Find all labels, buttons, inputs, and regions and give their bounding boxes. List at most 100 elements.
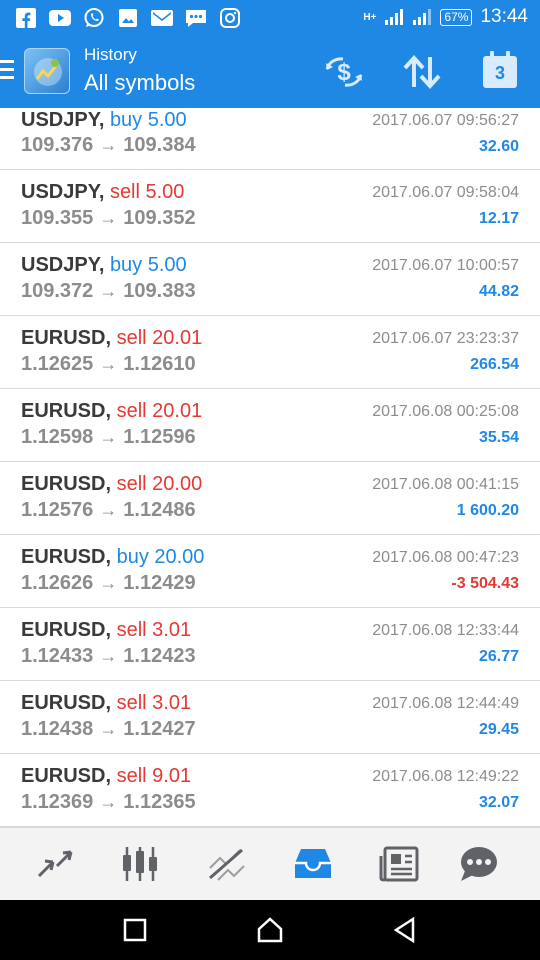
whatsapp-icon: [82, 6, 106, 30]
trade-symbol: EURUSD,: [21, 473, 112, 495]
trade-time: 2017.06.07 23:23:37: [372, 330, 519, 347]
close-price: 109.352: [123, 207, 196, 229]
trade-header: EURUSD, sell 20.01: [21, 326, 202, 350]
home-icon[interactable]: [254, 914, 286, 946]
close-price: 1.12610: [123, 353, 196, 375]
sort-icon[interactable]: [400, 50, 444, 94]
trade-row[interactable]: EURUSD, sell 20.01 1.12598 → 1.12596 2017.06…: [0, 389, 540, 462]
arrow-icon: →: [99, 792, 118, 812]
trade-time: 2017.06.08 00:47:23: [372, 549, 519, 566]
trade-prices: 109.376 → 109.384: [21, 133, 196, 157]
trade-header: USDJPY, buy 5.00: [21, 108, 187, 132]
trade-prices: 1.12433 → 1.12423: [21, 644, 196, 668]
currency-exchange-icon[interactable]: $: [322, 50, 366, 94]
close-price: 1.12596: [123, 426, 196, 448]
trade-row[interactable]: EURUSD, sell 3.01 1.12433 → 1.12423 2017.06.…: [0, 608, 540, 681]
calendar-icon[interactable]: 3: [478, 50, 522, 94]
trade-side-volume: sell 5.00: [109, 181, 185, 203]
close-price: 1.12486: [123, 499, 196, 521]
open-price: 109.372: [21, 280, 94, 302]
trade-row[interactable]: EURUSD, sell 3.01 1.12438 → 1.12427 2017.06.…: [0, 681, 540, 754]
app-logo[interactable]: [24, 48, 70, 94]
arrow-icon: →: [99, 208, 118, 228]
history-icon[interactable]: [283, 840, 343, 888]
quotes-icon[interactable]: [25, 840, 85, 888]
title-block: History All symbols: [84, 44, 195, 98]
trade-row[interactable]: EURUSD, sell 20.01 1.12625 → 1.12610 2017.06…: [0, 316, 540, 389]
open-price: 1.12438: [21, 718, 94, 740]
close-price: 109.384: [123, 134, 196, 156]
trade-time: 2017.06.08 12:44:49: [372, 695, 519, 712]
recent-apps-icon[interactable]: [119, 914, 151, 946]
trade-profit: 32.60: [478, 138, 519, 155]
facebook-icon: [14, 6, 38, 30]
close-price: 1.12429: [123, 572, 196, 594]
trade-side-volume: buy 5.00: [109, 254, 187, 276]
trade-profit: 29.45: [478, 721, 519, 738]
trade-prices: 1.12576 → 1.12486: [21, 498, 196, 522]
chart-icon[interactable]: [110, 840, 170, 888]
open-price: 1.12433: [21, 645, 94, 667]
trade-row[interactable]: EURUSD, buy 20.00 1.12626 → 1.12429 2017.06.…: [0, 535, 540, 608]
arrow-icon: →: [99, 500, 118, 520]
trade-prices: 1.12625 → 1.12610: [21, 352, 196, 376]
trade-side-volume: buy 20.00: [116, 546, 205, 568]
trade-symbol: EURUSD,: [21, 546, 112, 568]
signal-icon-2: [413, 9, 432, 25]
trade-time: 2017.06.07 09:56:27: [372, 112, 519, 129]
trade-symbol: EURUSD,: [21, 765, 112, 787]
trade-row[interactable]: USDJPY, buy 5.00 109.372 → 109.383 2017.06.0…: [0, 243, 540, 316]
youtube-icon: [48, 6, 72, 30]
trade-profit: -3 504.43: [451, 575, 519, 592]
trade-header: USDJPY, sell 5.00: [21, 180, 184, 204]
chat-icon: [184, 6, 208, 30]
page-title: History: [84, 45, 137, 64]
trade-time: 2017.06.08 00:41:15: [372, 476, 519, 493]
menu-icon[interactable]: [0, 60, 14, 82]
system-status: H+ 67% 13:44: [363, 6, 528, 28]
trade-header: EURUSD, sell 20.01: [21, 399, 202, 423]
trade-header: USDJPY, buy 5.00: [21, 253, 187, 277]
trade-row[interactable]: USDJPY, buy 5.00 109.376 → 109.384 2017.06.0…: [0, 108, 540, 170]
trade-row[interactable]: EURUSD, sell 9.01 1.12369 → 1.12365 2017.06.…: [0, 754, 540, 827]
trade-profit: 26.77: [478, 648, 519, 665]
clock: 13:44: [480, 6, 528, 27]
arrow-icon: →: [99, 281, 118, 301]
network-type: H+: [363, 11, 377, 23]
arrow-icon: →: [99, 646, 118, 666]
trade-profit: 1 600.20: [456, 502, 519, 519]
trade-side-volume: sell 3.01: [116, 692, 192, 714]
trade-history-list[interactable]: USDJPY, buy 5.00 109.376 → 109.384 2017.06.0…: [0, 108, 540, 827]
trade-symbol: EURUSD,: [21, 400, 112, 422]
trade-time: 2017.06.07 09:58:04: [372, 184, 519, 201]
battery-indicator: 67%: [440, 8, 473, 26]
news-icon[interactable]: [369, 840, 429, 888]
chat-icon[interactable]: [449, 840, 509, 888]
trade-time: 2017.06.08 12:49:22: [372, 768, 519, 785]
open-price: 109.355: [21, 207, 94, 229]
back-icon[interactable]: [389, 914, 421, 946]
trade-header: EURUSD, sell 3.01: [21, 691, 191, 715]
instagram-icon: [218, 6, 242, 30]
open-price: 109.376: [21, 134, 94, 156]
trade-profit: 266.54: [470, 356, 519, 373]
trade-prices: 1.12626 → 1.12429: [21, 571, 196, 595]
trade-prices: 1.12369 → 1.12365: [21, 790, 196, 814]
trade-row[interactable]: EURUSD, sell 20.00 1.12576 → 1.12486 2017.06…: [0, 462, 540, 535]
trade-icon[interactable]: [196, 840, 256, 888]
trade-profit: 12.17: [478, 210, 519, 227]
trade-side-volume: sell 3.01: [116, 619, 192, 641]
calendar-badge: 3: [483, 51, 517, 88]
open-price: 1.12626: [21, 572, 94, 594]
arrow-icon: →: [99, 135, 118, 155]
image-icon: [116, 6, 140, 30]
trade-row[interactable]: USDJPY, sell 5.00 109.355 → 109.352 2017.06.…: [0, 170, 540, 243]
trade-side-volume: buy 5.00: [109, 109, 187, 131]
close-price: 1.12427: [123, 718, 196, 740]
signal-icon: [385, 9, 404, 25]
system-navigation-bar: [0, 900, 540, 960]
symbol-filter[interactable]: All symbols: [84, 68, 195, 98]
trade-prices: 1.12438 → 1.12427: [21, 717, 196, 741]
arrow-icon: →: [99, 573, 118, 593]
trade-symbol: EURUSD,: [21, 692, 112, 714]
